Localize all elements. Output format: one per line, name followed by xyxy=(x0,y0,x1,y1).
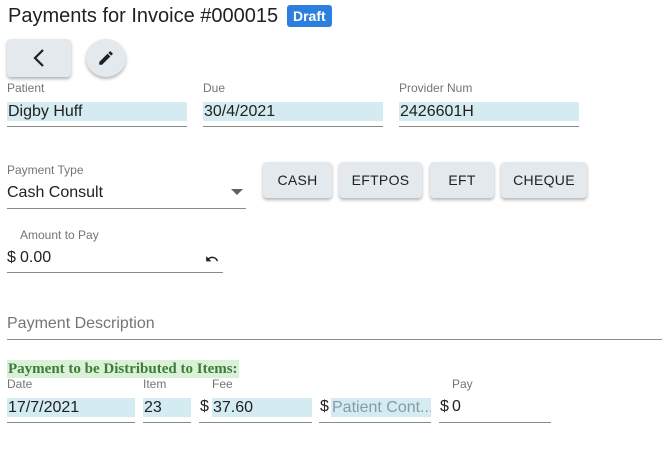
chevron-left-icon xyxy=(33,49,44,67)
patient-label: Patient xyxy=(7,81,45,95)
distribution-heading: Payment to be Distributed to Items: xyxy=(7,360,239,378)
payment-description-input[interactable]: Payment Description xyxy=(7,315,155,333)
undo-icon[interactable] xyxy=(205,253,219,265)
due-underline xyxy=(203,126,383,127)
amount-underline xyxy=(7,272,223,273)
status-badge: Draft xyxy=(287,5,332,27)
dropdown-arrow-icon[interactable] xyxy=(231,189,243,195)
row-pay-input[interactable]: 0 xyxy=(452,398,461,416)
row-item-field[interactable]: 23 xyxy=(143,398,191,417)
row-pay-underline xyxy=(439,422,551,423)
patient-underline xyxy=(7,126,187,127)
col-pay-label: Pay xyxy=(452,377,473,391)
col-date-label: Date xyxy=(7,377,33,391)
row-patient-contribution-input[interactable]: Patient Cont... xyxy=(331,398,431,417)
payment-type-underline xyxy=(7,208,246,209)
amount-label: Amount to Pay xyxy=(20,228,99,242)
edit-button[interactable] xyxy=(86,39,126,77)
col-item-label: Item xyxy=(143,377,167,391)
cheque-button[interactable]: CHEQUE xyxy=(501,162,587,198)
amount-input[interactable]: 0.00 xyxy=(20,249,51,267)
row-date-underline xyxy=(7,422,135,423)
provider-num-field[interactable]: 2426601H xyxy=(399,102,579,121)
cash-button[interactable]: CASH xyxy=(263,162,332,198)
page-title: Payments for Invoice #000015 xyxy=(8,5,279,27)
eftpos-button[interactable]: EFTPOS xyxy=(339,162,422,198)
row-fee-prefix: $ xyxy=(200,398,209,415)
eft-button[interactable]: EFT xyxy=(430,162,494,198)
provider-num-label: Provider Num xyxy=(399,81,473,95)
provider-num-underline xyxy=(399,126,579,127)
row-fee-underline xyxy=(199,422,312,423)
due-label: Due xyxy=(203,81,226,95)
due-field[interactable]: 30/4/2021 xyxy=(203,102,383,121)
payment-description-underline xyxy=(7,339,662,340)
payment-type-label: Payment Type xyxy=(7,163,84,177)
pencil-icon xyxy=(99,51,113,65)
row-date-field[interactable]: 17/7/2021 xyxy=(7,398,135,417)
row-item-underline xyxy=(143,422,191,423)
row-pay-prefix: $ xyxy=(440,398,449,415)
col-fee-label: Fee xyxy=(212,377,233,391)
amount-prefix: $ xyxy=(7,249,16,266)
row-contrib-prefix: $ xyxy=(320,398,329,415)
payment-type-select[interactable]: Cash Consult xyxy=(7,184,103,202)
row-contrib-underline xyxy=(319,422,431,423)
back-button[interactable] xyxy=(7,39,71,77)
patient-field[interactable]: Digby Huff xyxy=(7,102,187,121)
row-fee-field[interactable]: 37.60 xyxy=(212,398,312,417)
